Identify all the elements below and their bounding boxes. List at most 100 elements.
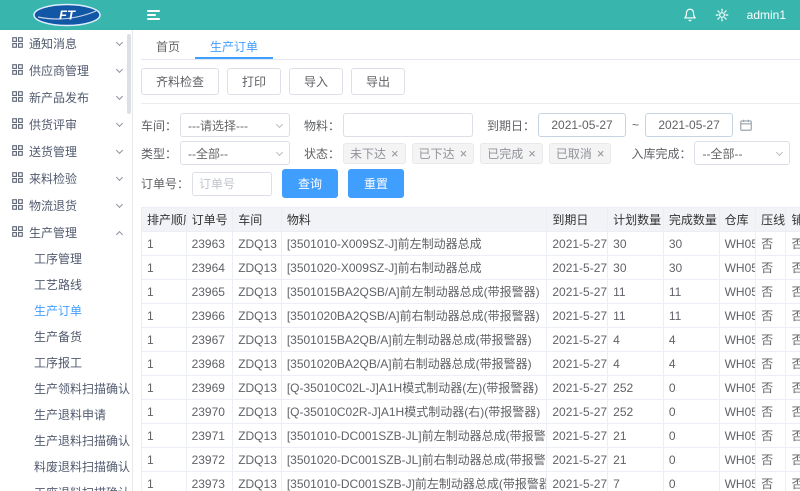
- workshop-label: 车间：: [141, 117, 177, 134]
- table-cell: 1: [142, 280, 187, 304]
- table-cell: [3501015BA2QB/A]前左制动器总成(带报警器): [281, 328, 547, 352]
- calendar-icon[interactable]: [739, 118, 753, 132]
- table-cell: 否: [786, 424, 800, 448]
- table-cell: ZDQ13: [233, 232, 282, 256]
- sidebar-scrollbar[interactable]: [127, 34, 131, 114]
- table-cell: 23968: [186, 352, 233, 376]
- table-cell: 2021-5-27: [547, 424, 608, 448]
- submenu-item-4[interactable]: 工序报工: [0, 350, 132, 376]
- table-cell: 否: [786, 376, 800, 400]
- sidebar-item-6[interactable]: 物流退货: [0, 192, 132, 219]
- toolbar-button-1[interactable]: 打印: [227, 68, 281, 95]
- reset-button[interactable]: 重置: [348, 169, 404, 198]
- status-tag-3[interactable]: 已取消×: [549, 143, 612, 164]
- submenu-item-6[interactable]: 生产退料申请: [0, 402, 132, 428]
- submenu-item-7[interactable]: 生产退料扫描确认: [0, 428, 132, 454]
- table-row[interactable]: 123969ZDQ13[Q-35010C02L-J]A1H模式制动器(左)(带报…: [142, 376, 800, 400]
- submenu-item-0[interactable]: 工序管理: [0, 246, 132, 272]
- sidebar-item-5[interactable]: 来料检验: [0, 165, 132, 192]
- tab-0[interactable]: 首页: [141, 30, 195, 59]
- table-cell: 否: [756, 400, 786, 424]
- submenu-item-2[interactable]: 生产订单: [0, 298, 132, 324]
- table-row[interactable]: 123964ZDQ13[3501020-X009SZ-J]前右制动器总成2021…: [142, 256, 800, 280]
- settings-gear-icon[interactable]: [715, 8, 729, 22]
- material-input[interactable]: [343, 113, 473, 137]
- order-number-input[interactable]: [192, 172, 272, 196]
- sidebar-item-7[interactable]: 生产管理: [0, 219, 132, 246]
- status-tag-0[interactable]: 未下达×: [343, 143, 406, 164]
- due-end-date[interactable]: 2021-05-27: [645, 113, 733, 137]
- table-cell: 23966: [186, 304, 233, 328]
- sidebar-item-2[interactable]: 新产品发布: [0, 84, 132, 111]
- table-cell: 0: [663, 424, 719, 448]
- table-row[interactable]: 123968ZDQ13[3501020BA2QB/A]前右制动器总成(带报警器)…: [142, 352, 800, 376]
- sidebar-item-label: 通知消息: [29, 35, 117, 52]
- chevron-down-icon: [276, 120, 283, 127]
- table-cell: 否: [786, 328, 800, 352]
- table-cell: 23971: [186, 424, 233, 448]
- menu-collapse-icon[interactable]: [147, 10, 160, 20]
- table-cell: 30: [608, 232, 664, 256]
- table-row[interactable]: 123963ZDQ13[3501010-X009SZ-J]前左制动器总成2021…: [142, 232, 800, 256]
- tag-close-icon[interactable]: ×: [528, 147, 536, 160]
- sidebar-item-3[interactable]: 供货评审: [0, 111, 132, 138]
- submenu-item-1[interactable]: 工艺路线: [0, 272, 132, 298]
- submenu-item-3[interactable]: 生产备货: [0, 324, 132, 350]
- due-start-date[interactable]: 2021-05-27: [538, 113, 626, 137]
- table-row[interactable]: 123965ZDQ13[3501015BA2QSB/A]前左制动器总成(带报警器…: [142, 280, 800, 304]
- toolbar-button-0[interactable]: 齐料检查: [141, 68, 219, 95]
- sidebar-item-1[interactable]: 供应商管理: [0, 57, 132, 84]
- sidebar-item-label: 来料检验: [29, 170, 117, 187]
- table-cell: 30: [608, 256, 664, 280]
- table-row[interactable]: 123967ZDQ13[3501015BA2QB/A]前左制动器总成(带报警器)…: [142, 328, 800, 352]
- table-cell: ZDQ13: [233, 472, 282, 491]
- table-cell: 11: [608, 304, 664, 328]
- table-cell: 1: [142, 328, 187, 352]
- table-cell: 否: [756, 376, 786, 400]
- table-cell: ZDQ13: [233, 400, 282, 424]
- grid-icon: [12, 172, 23, 186]
- notification-bell-icon[interactable]: [683, 8, 697, 22]
- grid-icon: [12, 37, 23, 51]
- table-row[interactable]: 123966ZDQ13[3501020BA2QSB/A]前右制动器总成(带报警器…: [142, 304, 800, 328]
- filter-row-2: 类型： --全部-- 状态： 未下达×已下达×已完成×已取消× 入库完成： --…: [141, 141, 800, 165]
- table-row[interactable]: 123971ZDQ13[3501010-DC001SZB-JL]前左制动器总成(…: [142, 424, 800, 448]
- submenu-item-8[interactable]: 料废退料扫描确认: [0, 454, 132, 480]
- table-row[interactable]: 123972ZDQ13[3501020-DC001SZB-JL]前右制动器总成(…: [142, 448, 800, 472]
- status-tag-2[interactable]: 已完成×: [480, 143, 543, 164]
- sidebar-item-label: 物流退货: [29, 197, 117, 214]
- table-cell: ZDQ13: [233, 424, 282, 448]
- submenu-item-5[interactable]: 生产领料扫描确认: [0, 376, 132, 402]
- table-cell: WH05: [719, 424, 755, 448]
- tag-close-icon[interactable]: ×: [391, 147, 399, 160]
- workshop-select[interactable]: ---请选择---: [180, 113, 290, 137]
- main-content: 首页生产订单 齐料检查打印导入导出 车间： ---请选择--- 物料： 到期日：…: [133, 30, 800, 491]
- table-cell: ZDQ13: [233, 328, 282, 352]
- grid-icon: [12, 226, 23, 240]
- toolbar-button-2[interactable]: 导入: [289, 68, 343, 95]
- storage-complete-select[interactable]: --全部--: [694, 141, 790, 165]
- type-select[interactable]: --全部--: [180, 141, 290, 165]
- tab-1[interactable]: 生产订单: [195, 30, 273, 59]
- status-tag-1[interactable]: 已下达×: [412, 143, 475, 164]
- column-header-4: 到期日: [547, 208, 608, 232]
- column-header-5: 计划数量: [608, 208, 664, 232]
- tag-close-icon[interactable]: ×: [597, 147, 605, 160]
- sidebar-item-4[interactable]: 送货管理: [0, 138, 132, 165]
- table-cell: 0: [663, 400, 719, 424]
- sidebar-item-0[interactable]: 通知消息: [0, 30, 132, 57]
- tag-close-icon[interactable]: ×: [460, 147, 468, 160]
- table-row[interactable]: 123970ZDQ13[Q-35010C02R-J]A1H模式制动器(右)(带报…: [142, 400, 800, 424]
- table-cell: 否: [786, 280, 800, 304]
- sidebar: 通知消息供应商管理新产品发布供货评审送货管理来料检验物流退货生产管理工序管理工艺…: [0, 30, 133, 491]
- table-row[interactable]: 123973ZDQ13[3501010-DC001SZB-J]前左制动器总成(带…: [142, 472, 800, 491]
- sidebar-item-label: 生产管理: [29, 224, 117, 241]
- toolbar-button-3[interactable]: 导出: [351, 68, 405, 95]
- table-cell: 11: [608, 280, 664, 304]
- table-cell: ZDQ13: [233, 280, 282, 304]
- table-cell: 否: [756, 424, 786, 448]
- chevron-down-icon: [776, 148, 783, 155]
- username[interactable]: admin1: [747, 8, 786, 22]
- query-button[interactable]: 查询: [282, 169, 338, 198]
- submenu-item-9[interactable]: 工废退料扫描确认: [0, 480, 132, 491]
